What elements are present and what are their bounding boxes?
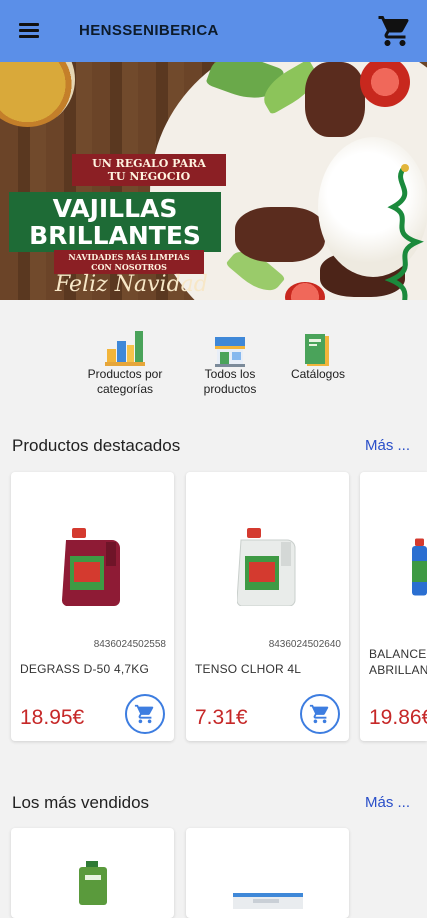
banner-script-text: Feliz Navidad — [55, 272, 208, 297]
catalog-book-icon — [273, 327, 363, 367]
cart-icon — [309, 704, 329, 724]
product-image — [186, 512, 349, 622]
meat-image — [235, 207, 325, 262]
meat-image — [305, 62, 365, 137]
shortcut-categories[interactable]: Productos por categorías — [80, 327, 170, 397]
product-image — [11, 858, 174, 908]
shortcut-all-products[interactable]: Todos los productos — [185, 327, 275, 397]
product-name: TENSO CLHOR 4L — [195, 662, 302, 676]
product-sku: 8436024502558 — [93, 639, 166, 650]
product-price: 19.86€ — [369, 706, 427, 729]
store-icon — [185, 327, 275, 367]
shortcut-label: Productos por categorías — [87, 367, 163, 396]
product-card[interactable]: BALANCE ABRILLAN 19.86€ — [360, 472, 427, 741]
category-shortcuts: Productos por categorías Todos los produ… — [80, 327, 360, 407]
bestsellers-section-title: Los más vendidos — [12, 793, 150, 812]
add-to-cart-button[interactable] — [300, 694, 340, 734]
product-card[interactable] — [186, 828, 349, 918]
product-sku: 8436024502640 — [268, 639, 341, 650]
product-price: 7.31€ — [195, 706, 248, 729]
product-price: 18.95€ — [20, 706, 85, 729]
shopping-cart-icon[interactable] — [377, 13, 413, 49]
cart-icon — [134, 704, 154, 724]
app-title: HENSSENIBERICA — [79, 22, 219, 39]
shortcut-label: Todos los productos — [203, 367, 257, 396]
product-name: DEGRASS D-50 4,7KG — [20, 662, 149, 676]
promo-banner[interactable]: UN REGALO PARA TU NEGOCIO VAJILLAS BRILL… — [0, 62, 427, 300]
featured-more-link[interactable]: Más ... — [365, 437, 410, 454]
product-image — [186, 883, 349, 913]
bar-chart-icon — [80, 327, 170, 367]
bestsellers-more-link[interactable]: Más ... — [365, 794, 410, 811]
christmas-tree-icon — [385, 164, 424, 300]
featured-section-title: Productos destacados — [12, 436, 181, 455]
app-bar: HENSSENIBERICA — [0, 0, 427, 62]
product-image — [11, 512, 174, 622]
hamburger-menu-icon[interactable] — [18, 20, 42, 42]
shortcut-label: Catálogos — [290, 367, 346, 381]
product-name: BALANCE ABRILLAN — [369, 647, 427, 677]
banner-subline: NAVIDADES MÁS LIMPIAS CON NOSOTROS — [54, 250, 204, 274]
product-card[interactable] — [11, 828, 174, 918]
product-card[interactable]: 8436024502558 DEGRASS D-50 4,7KG 18.95€ — [11, 472, 174, 741]
add-to-cart-button[interactable] — [125, 694, 165, 734]
banner-ribbon-text: UN REGALO PARA TU NEGOCIO — [72, 154, 226, 186]
product-image — [360, 512, 427, 622]
banner-headline: VAJILLAS BRILLANTES — [9, 192, 221, 252]
product-card[interactable]: 8436024502640 TENSO CLHOR 4L 7.31€ — [186, 472, 349, 741]
shortcut-catalogs[interactable]: Catálogos — [273, 327, 363, 382]
